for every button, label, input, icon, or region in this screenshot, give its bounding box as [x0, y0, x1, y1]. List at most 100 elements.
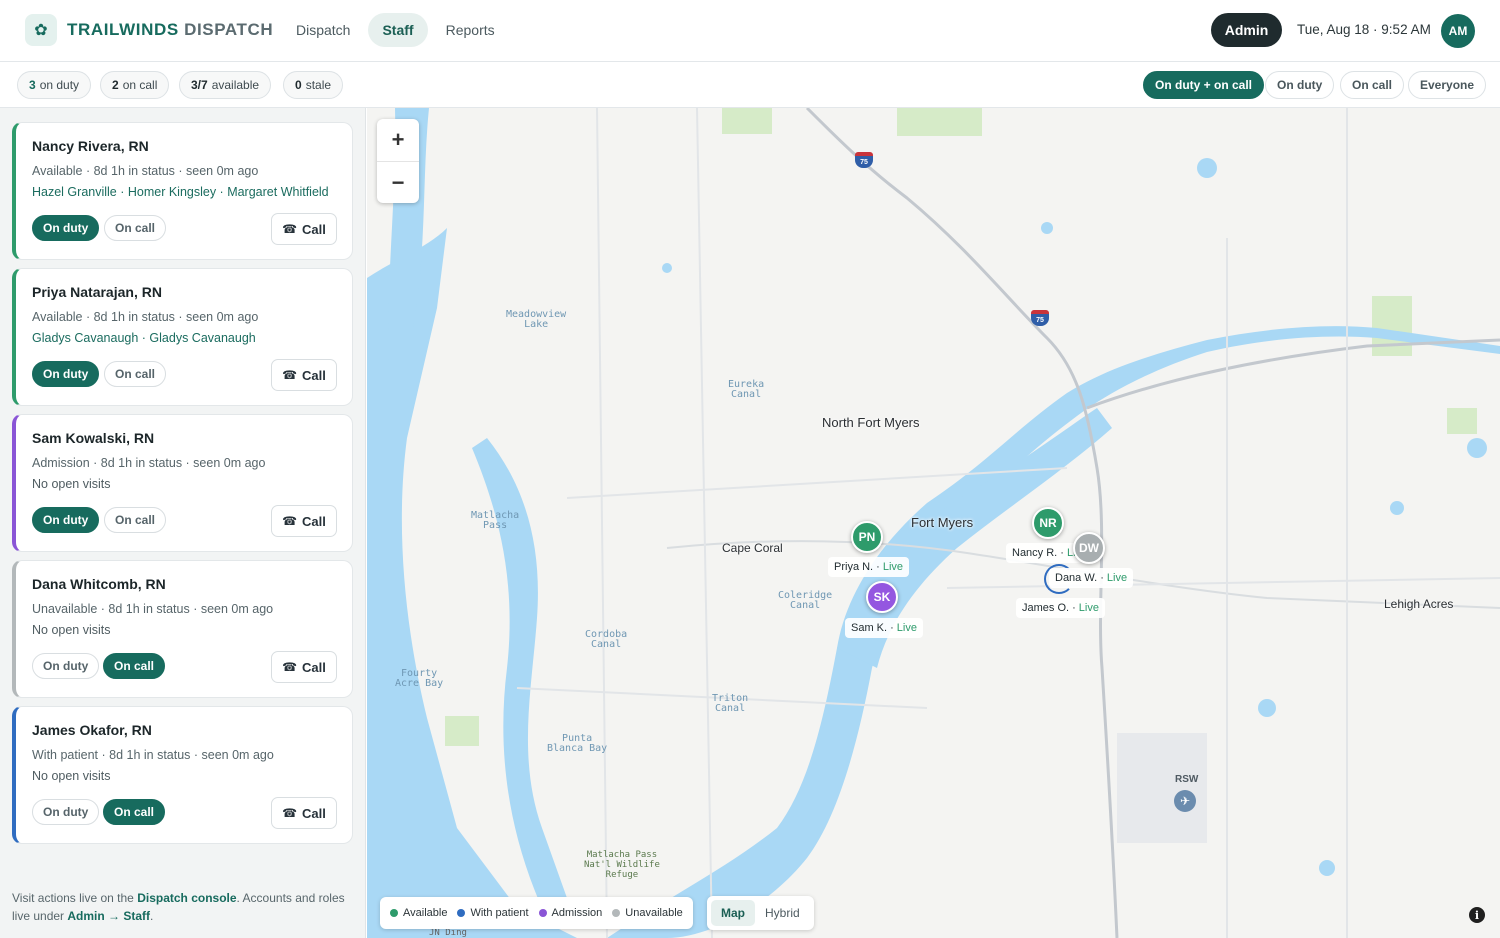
phone-icon: ☎	[282, 222, 298, 236]
park-label: Matlacha Pass Nat'l Wildlife Refuge	[584, 850, 660, 880]
on-duty-toggle[interactable]: On duty	[32, 799, 100, 825]
water-line: Canal	[731, 389, 762, 400]
stat-count: 0	[295, 78, 302, 92]
dispatch-console-link[interactable]: Dispatch console	[137, 891, 236, 905]
on-duty-toggle[interactable]: On duty	[32, 653, 100, 679]
info-icon[interactable]: i	[1469, 907, 1485, 923]
phone-icon: ☎	[282, 660, 298, 674]
legend-item-unavailable: Unavailable	[612, 907, 683, 919]
filter-on-duty[interactable]: On duty	[1265, 71, 1335, 99]
water-label: Cordoba Canal	[585, 630, 627, 650]
on-call-toggle[interactable]: On call	[103, 799, 166, 825]
call-label: Call	[302, 367, 326, 383]
brand[interactable]: ✿ TRAILWINDS DISPATCH	[25, 14, 273, 46]
marker-name: James O. ·	[1022, 602, 1076, 614]
water-line: Blanca Bay	[547, 743, 608, 754]
call-button[interactable]: ☎ Call	[271, 359, 337, 391]
on-call-toggle[interactable]: On call	[104, 361, 167, 387]
place-lehigh-acres: Lehigh Acres	[1384, 597, 1454, 611]
staff-map[interactable]: + − 75 75 North Fort Myers Fort Myers Ca…	[367, 108, 1500, 938]
tab-staff[interactable]: Staff	[368, 13, 428, 47]
water-line: Canal	[715, 703, 746, 714]
footer-text: .	[150, 909, 154, 923]
call-button[interactable]: ☎ Call	[271, 505, 337, 537]
marker-dana[interactable]: DW	[1073, 532, 1105, 564]
sidebar-footer-note: Visit actions live on the Dispatch conso…	[12, 889, 352, 925]
airplane-icon[interactable]: ✈	[1174, 790, 1196, 812]
zoom-out-button[interactable]: −	[377, 161, 419, 203]
marker-label-sam[interactable]: Sam K. · Live	[845, 618, 923, 638]
zoom-in-button[interactable]: +	[377, 119, 419, 161]
staff-name: Nancy Rivera, RN	[32, 138, 149, 154]
call-button[interactable]: ☎ Call	[271, 213, 337, 245]
water-line: Lake	[524, 319, 549, 330]
on-duty-toggle[interactable]: On duty	[32, 215, 100, 241]
user-avatar[interactable]: AM	[1441, 14, 1475, 48]
staff-status: With patient · 8d 1h in status · seen 0m…	[32, 748, 274, 762]
butterfly-icon: ✿	[25, 14, 57, 46]
call-button[interactable]: ☎ Call	[271, 651, 337, 683]
staff-visits[interactable]: Gladys Cavanaugh · Gladys Cavanaugh	[32, 331, 256, 345]
staff-visits[interactable]: Hazel Granville · Homer Kingsley · Marga…	[32, 185, 329, 199]
staff-name: Priya Natarajan, RN	[32, 284, 162, 300]
on-duty-toggle[interactable]: On duty	[32, 507, 100, 533]
marker-label-nancy[interactable]: Nancy R. · Li	[1006, 543, 1082, 563]
legend-label: Available	[403, 907, 448, 919]
water-label: Meadowview Lake	[506, 310, 566, 330]
marker-sam[interactable]: SK	[866, 581, 898, 613]
staff-card-sam[interactable]: Sam Kowalski, RN Admission · 8d 1h in st…	[12, 414, 353, 552]
marker-label-dana[interactable]: Dana W. · Live	[1049, 568, 1134, 588]
marker-nancy[interactable]: NR	[1032, 507, 1064, 539]
admin-staff-link[interactable]: Admin → Staff	[67, 909, 150, 923]
on-call-toggle[interactable]: On call	[104, 507, 167, 533]
map-type-map[interactable]: Map	[711, 900, 755, 926]
map-type-hybrid[interactable]: Hybrid	[755, 900, 810, 926]
legend-dot	[457, 909, 466, 917]
park-line: Matlacha Pass	[586, 850, 658, 860]
on-call-toggle[interactable]: On call	[104, 215, 167, 241]
interstate-75-shield: 75	[1031, 310, 1049, 326]
top-bar: ✿ TRAILWINDS DISPATCH Dispatch Staff Rep…	[0, 0, 1500, 62]
staff-name: Sam Kowalski, RN	[32, 430, 155, 446]
interstate-75-shield: 75	[855, 152, 873, 168]
place-fort-myers: Fort Myers	[911, 515, 974, 530]
marker-label-priya[interactable]: Priya N. · Live	[828, 557, 910, 577]
marker-priya[interactable]: PN	[851, 521, 883, 553]
footer-text: Visit actions live on the	[12, 891, 138, 905]
on-duty-toggle[interactable]: On duty	[32, 361, 100, 387]
water-label: Fourty Acre Bay	[395, 669, 443, 689]
water-line: Pass	[483, 520, 508, 531]
staff-card-nancy[interactable]: Nancy Rivera, RN Available · 8d 1h in st…	[12, 122, 353, 260]
marker-name: Sam K. ·	[851, 622, 894, 634]
on-call-toggle[interactable]: On call	[103, 653, 166, 679]
staff-visits: No open visits	[32, 477, 111, 491]
marker-label-james[interactable]: James O. · Live	[1016, 598, 1105, 618]
staff-card-james[interactable]: James Okafor, RN With patient · 8d 1h in…	[12, 706, 353, 844]
place-cape-coral: Cape Coral	[722, 541, 783, 555]
park-line: Refuge	[605, 870, 639, 880]
park-line: Nat'l Wildlife	[584, 860, 660, 870]
map-legend: Available With patient Admission Unavail…	[380, 897, 693, 929]
legend-label: Unavailable	[625, 907, 683, 919]
legend-dot	[612, 909, 621, 917]
map-type-toggle: Map Hybrid	[707, 896, 814, 930]
staff-visits: No open visits	[32, 623, 111, 637]
staff-status: Unavailable · 8d 1h in status · seen 0m …	[32, 602, 274, 616]
water-line: Canal	[790, 600, 821, 611]
brand-name: TRAILWINDS DISPATCH	[67, 20, 273, 40]
admin-button[interactable]: Admin	[1211, 13, 1282, 47]
filter-everyone[interactable]: Everyone	[1408, 71, 1487, 99]
staff-card-dana[interactable]: Dana Whitcomb, RN Unavailable · 8d 1h in…	[12, 560, 353, 698]
tab-dispatch[interactable]: Dispatch	[282, 13, 364, 47]
call-button[interactable]: ☎ Call	[271, 797, 337, 829]
staff-status: Available · 8d 1h in status · seen 0m ag…	[32, 310, 259, 324]
legend-dot	[538, 909, 547, 917]
filter-on-call[interactable]: On call	[1340, 71, 1405, 99]
brand-secondary: DISPATCH	[184, 20, 274, 39]
staff-card-priya[interactable]: Priya Natarajan, RN Available · 8d 1h in…	[12, 268, 353, 406]
marker-name: Dana W. ·	[1055, 572, 1104, 584]
stat-count: 3	[29, 78, 36, 92]
tab-reports[interactable]: Reports	[432, 13, 509, 47]
legend-dot	[390, 909, 398, 917]
filter-on-duty-on-call[interactable]: On duty + on call	[1143, 71, 1265, 99]
